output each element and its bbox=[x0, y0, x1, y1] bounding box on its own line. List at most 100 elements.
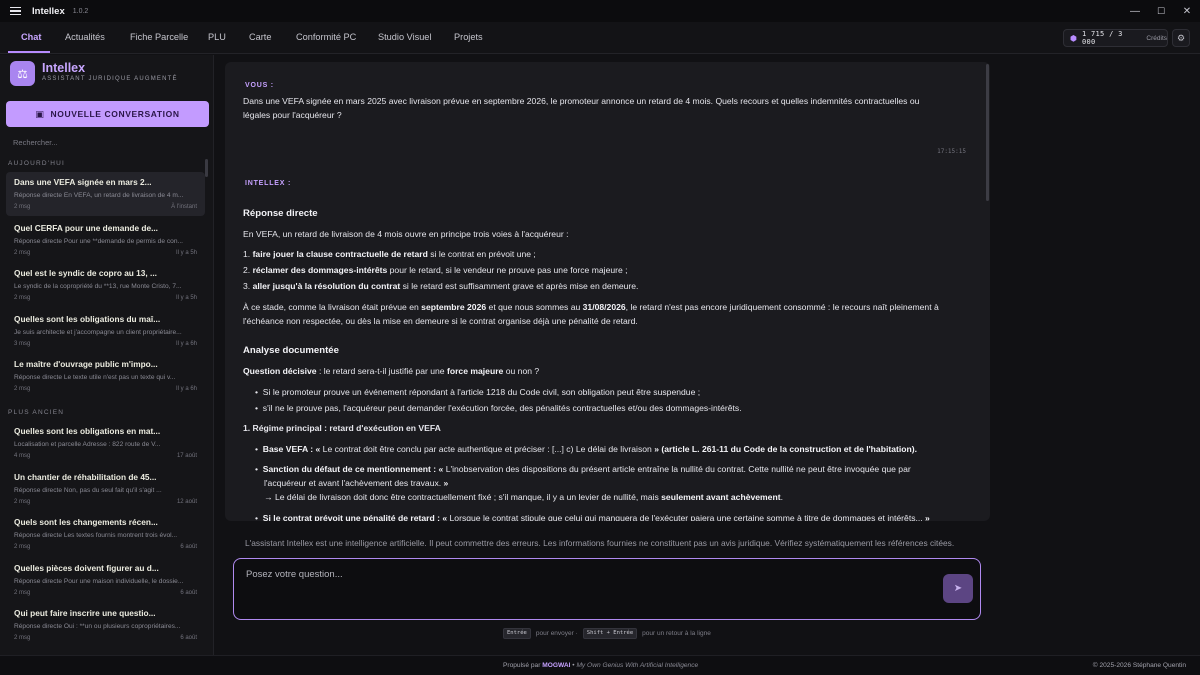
maximize-button[interactable]: ☐ bbox=[1148, 0, 1174, 22]
chat-bubble-icon: ▣ bbox=[35, 108, 45, 119]
conversation-title: Quel CERFA pour une demande de... bbox=[14, 223, 158, 233]
conversation-time: Il y a 6h bbox=[175, 386, 197, 392]
hint-text: pour envoyer · bbox=[535, 630, 578, 637]
title-bar: Intellex 1.0.2 — ☐ ✕ bbox=[0, 0, 1200, 22]
app-version: 1.0.2 bbox=[72, 7, 89, 15]
app-title: Intellex bbox=[32, 5, 65, 17]
conversation-title: Qui peut faire inscrire une questio... bbox=[14, 608, 156, 618]
conversation-time: 6 août bbox=[180, 635, 197, 641]
conversation-time: À l'instant bbox=[171, 204, 197, 210]
message-count: 2 msg bbox=[14, 544, 31, 550]
conversation-title: Quelles sont les obligations en mat... bbox=[14, 426, 161, 436]
conversation-time: 6 août bbox=[180, 544, 197, 550]
answer-list-item: 2. réclamer des dommages-intérêts pour l… bbox=[243, 265, 628, 275]
conversation-item[interactable]: Un chantier de réhabilitation de 45... R… bbox=[6, 467, 205, 511]
brand-name: Intellex bbox=[42, 61, 86, 75]
ai-speaker-label: INTELLEX : bbox=[245, 180, 292, 187]
conversation-time: Il y a 6h bbox=[175, 341, 197, 347]
conversation-item[interactable]: Quelles pièces doivent figurer au d... R… bbox=[6, 558, 205, 602]
minimize-button[interactable]: — bbox=[1122, 0, 1148, 22]
heading-direct-answer: Réponse directe bbox=[243, 208, 318, 219]
conversation-preview: Le syndic de la copropriété du **13, rue… bbox=[14, 283, 182, 290]
message-count: 3 msg bbox=[14, 341, 31, 347]
brand-subtitle: ASSISTANT JURIDIQUE AUGMENTÉ bbox=[42, 76, 178, 82]
message-count: 2 msg bbox=[14, 386, 31, 392]
conversation-item[interactable]: Qui peut faire inscrire une questio... R… bbox=[6, 603, 205, 647]
footer-brand[interactable]: MOGWAI bbox=[542, 662, 570, 669]
tab-plu[interactable]: PLU bbox=[208, 32, 226, 42]
tab-conformite-pc[interactable]: Conformité PC bbox=[296, 32, 356, 42]
tab-fiche-parcelle[interactable]: Fiche Parcelle bbox=[130, 32, 188, 42]
conversation-time: 17 août bbox=[176, 453, 197, 459]
regime-bullet-line: → Le délai de livraison doit donc être c… bbox=[264, 492, 783, 502]
user-message-line: légales pour l'acquéreur ? bbox=[243, 110, 342, 120]
credits-count: 1 715 / 3 000 bbox=[1081, 30, 1123, 46]
conversation-search-input[interactable] bbox=[6, 134, 209, 150]
chat-messages-panel: VOUS : Dans une VEFA signée en mars 2025… bbox=[225, 62, 990, 521]
message-count: 2 msg bbox=[14, 295, 31, 301]
tab-projets[interactable]: Projets bbox=[454, 32, 483, 42]
section-today: AUJOURD'HUI bbox=[8, 160, 66, 167]
shift-enter-key: Shift + Entrée bbox=[582, 628, 638, 639]
conversation-title: Le maître d'ouvrage public m'impo... bbox=[14, 359, 158, 369]
conversation-title: Quels sont les changements récen... bbox=[14, 517, 158, 527]
conversation-item[interactable]: Le maître d'ouvrage public m'impo... Rép… bbox=[6, 354, 205, 398]
tab-carte[interactable]: Carte bbox=[249, 32, 271, 42]
tab-studio-visuel[interactable]: Studio Visuel bbox=[378, 32, 431, 42]
conversation-item[interactable]: Quelles sont les obligations en mat... L… bbox=[6, 421, 205, 465]
tab-chat[interactable]: Chat bbox=[21, 32, 41, 42]
heading-regime: 1. Régime principal : retard d'exécution… bbox=[243, 423, 441, 433]
conversation-title: Dans une VEFA signée en mars 2... bbox=[14, 177, 152, 187]
bullet-item: • Si le promoteur prouve un événement ré… bbox=[255, 387, 701, 397]
bullet-item: • s'il ne le prouve pas, l'acquéreur peu… bbox=[255, 403, 742, 413]
settings-gear-button[interactable]: ⚙ bbox=[1172, 29, 1190, 47]
enter-key: Entrée bbox=[503, 628, 531, 639]
message-count: 2 msg bbox=[14, 590, 31, 596]
message-count: 2 msg bbox=[14, 204, 31, 210]
section-older: PLUS ANCIEN bbox=[8, 409, 65, 416]
message-count: 4 msg bbox=[14, 453, 31, 459]
close-button[interactable]: ✕ bbox=[1174, 0, 1200, 22]
hamburger-menu-icon[interactable] bbox=[2, 0, 28, 22]
conversation-item[interactable]: Dans une VEFA signée en mars 2... Répons… bbox=[6, 172, 205, 216]
send-button[interactable]: ➤ bbox=[943, 574, 973, 603]
conversation-preview: Réponse directe En VEFA, un retard de li… bbox=[14, 192, 184, 199]
answer-intro: En VEFA, un retard de livraison de 4 moi… bbox=[243, 229, 569, 239]
decisive-question: Question décisive : le retard sera-t-il … bbox=[243, 366, 540, 376]
new-conversation-button[interactable]: ▣ NOUVELLE CONVERSATION bbox=[6, 101, 209, 127]
conversation-preview: Je suis architecte et j'accompagne un cl… bbox=[14, 329, 182, 336]
conversation-item[interactable]: Quels sont les changements récen... Répo… bbox=[6, 512, 205, 556]
question-input[interactable] bbox=[246, 569, 936, 609]
window-controls: — ☐ ✕ bbox=[1122, 0, 1200, 22]
new-conversation-label: NOUVELLE CONVERSATION bbox=[50, 109, 180, 119]
gem-icon: ⬢ bbox=[1070, 33, 1077, 43]
footer-tagline: My Own Genius With Artificial Intelligen… bbox=[576, 662, 699, 669]
message-count: 2 msg bbox=[14, 635, 31, 641]
answer-paragraph: À ce stade, comme la livraison était pré… bbox=[243, 302, 939, 312]
conversation-item[interactable]: Quel CERFA pour une demande de... Répons… bbox=[6, 218, 205, 262]
conversation-title: Quelles sont les obligations du maî... bbox=[14, 314, 161, 324]
footer-copyright: © 2025-2026 Stéphane Quentin bbox=[1092, 662, 1186, 669]
footer: Propulsé par MOGWAI • My Own Genius With… bbox=[0, 655, 1200, 675]
main-tab-bar: Chat Actualités Fiche Parcelle PLU Carte… bbox=[0, 22, 1200, 54]
user-speaker-label: VOUS : bbox=[245, 82, 274, 89]
conversation-item[interactable]: Quelles sont les obligations du maî... J… bbox=[6, 309, 205, 353]
conversation-item[interactable]: Quel est le syndic de copro au 13, ... L… bbox=[6, 263, 205, 307]
gear-icon: ⚙ bbox=[1176, 32, 1186, 43]
tab-actualites[interactable]: Actualités bbox=[65, 32, 105, 42]
credits-counter: ⬢ 1 715 / 3 000 Crédits bbox=[1063, 29, 1168, 47]
composer bbox=[233, 558, 981, 620]
conversation-title: Quel est le syndic de copro au 13, ... bbox=[14, 268, 157, 278]
conversation-time: Il y a 5h bbox=[175, 250, 197, 256]
conversation-preview: Réponse directe Oui : **un ou plusieurs … bbox=[14, 623, 181, 630]
chat-scrollbar[interactable] bbox=[986, 64, 989, 201]
hint-text: pour un retour à la ligne bbox=[642, 630, 711, 637]
conversation-title: Un chantier de réhabilitation de 45... bbox=[14, 472, 157, 482]
regime-bullet: • Base VEFA : « Le contrat doit être con… bbox=[255, 444, 917, 454]
regime-bullet-line: l'acquéreur et avant l'achèvement des tr… bbox=[264, 478, 449, 488]
conversation-preview: Réponse directe Pour une **demande de pe… bbox=[14, 238, 183, 245]
conversation-time: Il y a 5h bbox=[175, 295, 197, 301]
sidebar-scrollbar[interactable] bbox=[205, 159, 208, 177]
answer-paragraph-line: l'échéance non respectée, ou dès la mise… bbox=[243, 316, 638, 326]
ai-disclaimer: L'assistant Intellex est une intelligenc… bbox=[245, 538, 955, 548]
